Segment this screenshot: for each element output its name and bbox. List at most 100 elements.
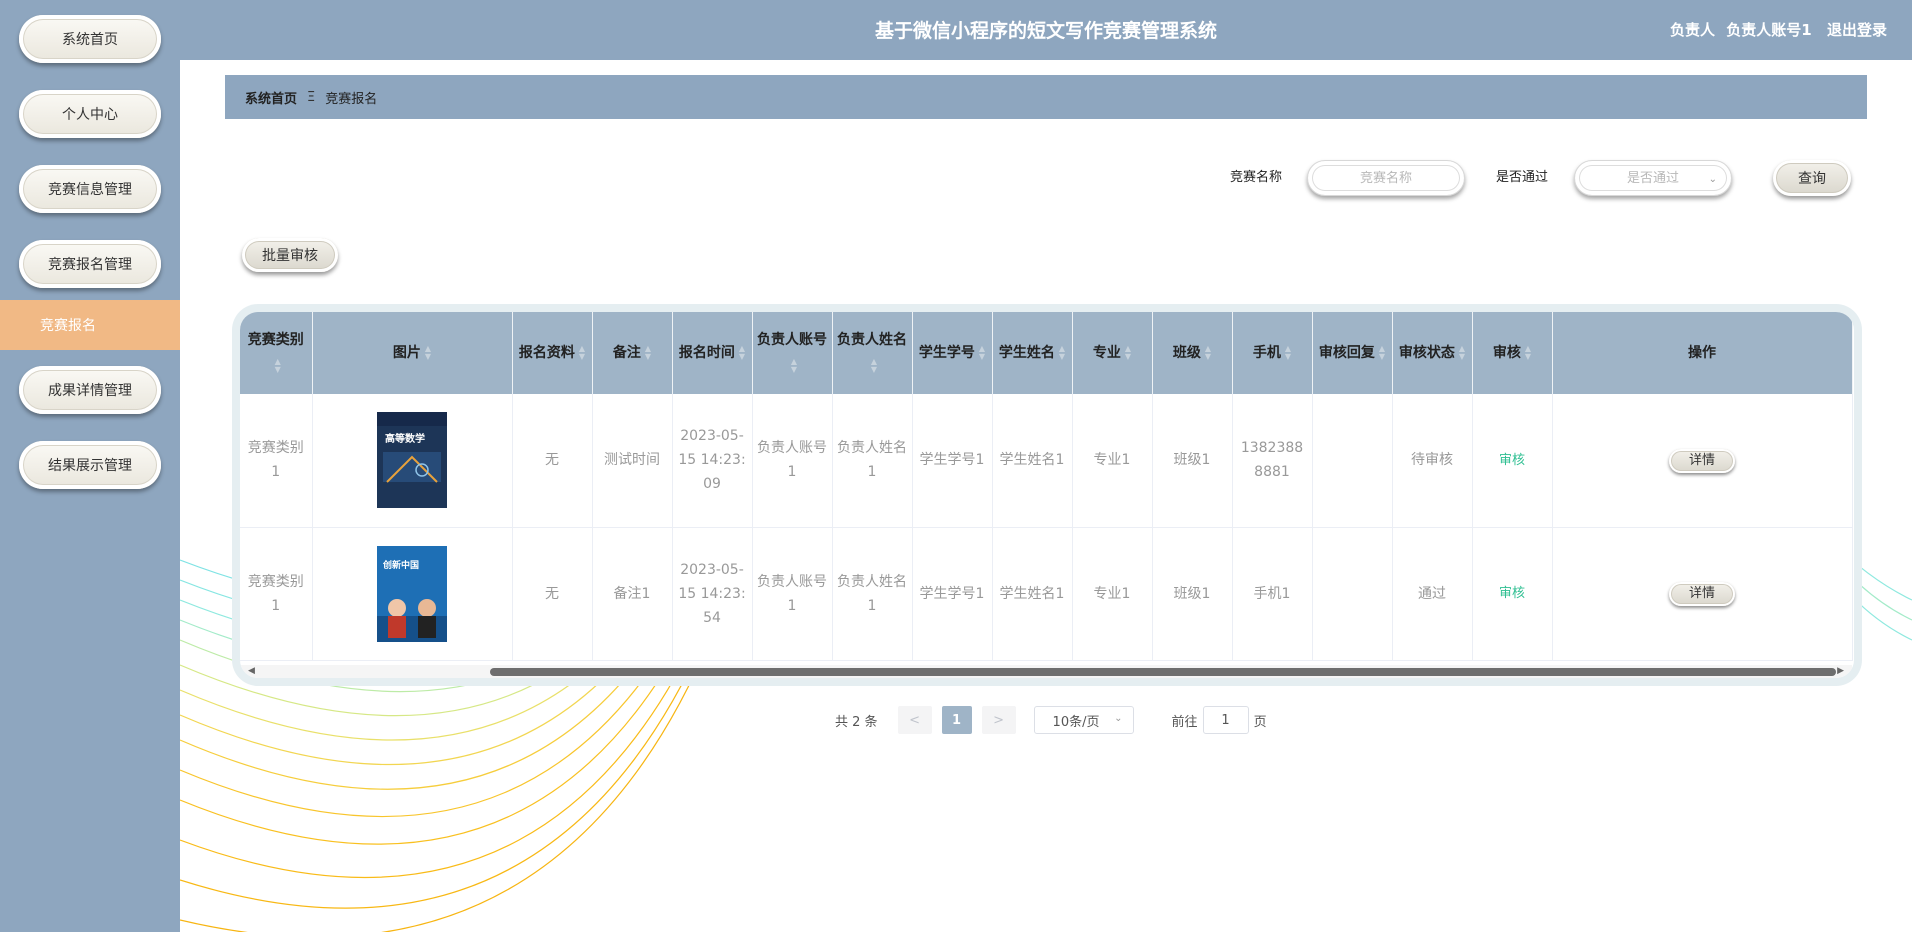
sort-icon[interactable]: ▲ ▼ bbox=[1525, 345, 1531, 361]
column-header[interactable]: 审核回复 ▲ ▼ bbox=[1312, 312, 1393, 394]
cell-category: 竞赛类别1 bbox=[240, 394, 313, 528]
column-header[interactable]: 竞赛类别 ▲ ▼ bbox=[240, 312, 313, 394]
app-title: 基于微信小程序的短文写作竞赛管理系统 bbox=[874, 20, 1217, 42]
sort-icon[interactable]: ▲ ▼ bbox=[871, 358, 877, 374]
scrollbar-thumb[interactable] bbox=[490, 668, 1836, 676]
book-cover-title: 高等数学 bbox=[385, 432, 425, 445]
cell-leader-account: 负责人账号1 bbox=[752, 527, 833, 661]
sort-icon[interactable]: ▲ ▼ bbox=[275, 358, 281, 374]
detail-button[interactable]: 详情 bbox=[1669, 582, 1735, 606]
column-header[interactable]: 负责人账号 ▲ ▼ bbox=[752, 312, 833, 394]
cell-action: 详情 bbox=[1552, 394, 1853, 528]
app-root: 系统首页 个人中心 竞赛信息管理 竞赛报名管理 竞赛报名 成果详情管理 结果展示… bbox=[0, 0, 1912, 932]
competition-name-input[interactable] bbox=[1308, 161, 1464, 195]
sidebar-subitem-registration[interactable]: 竞赛报名 bbox=[0, 300, 180, 350]
pass-status-select[interactable]: ⌄ bbox=[1574, 160, 1732, 196]
user-role: 负责人 bbox=[1670, 21, 1716, 39]
user-info: 负责人 负责人账号1 退出登录 bbox=[1664, 0, 1887, 60]
sort-icon[interactable]: ▲ ▼ bbox=[1125, 345, 1131, 361]
registration-table: 竞赛类别 ▲ ▼ 图片 ▲ ▼ 报名资料 ▲ ▼ 备注 ▲ ▼ 报名时间 ▲ ▼ 负责人账号 ▲ ▼ 负… bbox=[240, 312, 1853, 661]
breadcrumb-home[interactable]: 系统首页 bbox=[245, 88, 297, 107]
pass-status-input[interactable] bbox=[1575, 161, 1731, 195]
sort-icon[interactable]: ▲ ▼ bbox=[1379, 345, 1385, 361]
column-header[interactable]: 班级 ▲ ▼ bbox=[1152, 312, 1233, 394]
cell-leader-name: 负责人姓名1 bbox=[832, 527, 913, 661]
goto-prefix: 前往 bbox=[1171, 714, 1198, 730]
sort-icon[interactable]: ▲ ▼ bbox=[1059, 345, 1065, 361]
sort-icon[interactable]: ▲ ▼ bbox=[979, 345, 985, 361]
competition-name-field bbox=[1307, 160, 1465, 196]
cell-category: 竞赛类别1 bbox=[240, 527, 313, 661]
column-header[interactable]: 专业 ▲ ▼ bbox=[1072, 312, 1153, 394]
horizontal-scrollbar[interactable]: ◀ ▶ bbox=[240, 665, 1852, 678]
cell-image: 高等数学 bbox=[312, 394, 513, 528]
next-page-button[interactable]: > bbox=[981, 706, 1016, 734]
cell-note: 备注1 bbox=[592, 527, 673, 661]
table-row: 竞赛类别1 创新中国 无 备注1 2023-05-15 14:23:54 负责人… bbox=[240, 527, 1853, 661]
sort-icon[interactable]: ▲ ▼ bbox=[579, 345, 585, 361]
cell-image: 创新中国 bbox=[312, 527, 513, 661]
audit-link[interactable]: 审核 bbox=[1499, 586, 1525, 601]
goto-page-input[interactable]: 1 bbox=[1202, 706, 1249, 734]
cell-note: 测试时间 bbox=[592, 394, 673, 528]
audit-link[interactable]: 审核 bbox=[1499, 453, 1525, 468]
prev-page-button[interactable]: < bbox=[897, 706, 932, 734]
sort-icon[interactable]: ▲ ▼ bbox=[645, 345, 651, 361]
cell-student-name: 学生姓名1 bbox=[992, 527, 1073, 661]
user-account: 负责人账号1 bbox=[1726, 21, 1812, 39]
column-header[interactable]: 审核 ▲ ▼ bbox=[1472, 312, 1553, 394]
column-header[interactable]: 学生姓名 ▲ ▼ bbox=[992, 312, 1073, 394]
book-cover-title: 创新中国 bbox=[382, 559, 419, 571]
column-header-action: 操作 bbox=[1552, 312, 1853, 394]
sidebar-item-results-detail[interactable]: 成果详情管理 bbox=[19, 366, 161, 414]
sort-icon[interactable]: ▲ ▼ bbox=[739, 345, 745, 361]
table-row: 竞赛类别1 高等数学 无 测试时间 2023-05-15 14:23:09 负责… bbox=[240, 394, 1853, 528]
column-header[interactable]: 审核状态 ▲ ▼ bbox=[1392, 312, 1473, 394]
batch-audit-button[interactable]: 批量审核 bbox=[242, 238, 338, 272]
column-header[interactable]: 手机 ▲ ▼ bbox=[1232, 312, 1313, 394]
sidebar-item-results-display[interactable]: 结果展示管理 bbox=[19, 441, 161, 489]
cell-phone: 13823888881 bbox=[1232, 394, 1313, 528]
page-number-current[interactable]: 1 bbox=[941, 706, 972, 734]
goto-suffix: 页 bbox=[1253, 714, 1267, 730]
cell-reply bbox=[1312, 394, 1393, 528]
sidebar-item-registration-management[interactable]: 竞赛报名管理 bbox=[19, 240, 161, 288]
column-header[interactable]: 图片 ▲ ▼ bbox=[312, 312, 513, 394]
sidebar-item-competition-info[interactable]: 竞赛信息管理 bbox=[19, 165, 161, 213]
sidebar-item-home[interactable]: 系统首页 bbox=[19, 15, 161, 63]
page-size-select[interactable]: 10条/页 ⌄ bbox=[1033, 706, 1134, 734]
sort-icon[interactable]: ▲ ▼ bbox=[1459, 345, 1465, 361]
scroll-left-icon[interactable]: ◀ bbox=[248, 665, 255, 678]
column-header[interactable]: 负责人姓名 ▲ ▼ bbox=[832, 312, 913, 394]
breadcrumb: 系统首页 Ξ 竞赛报名 bbox=[225, 75, 1867, 119]
cell-audit: 审核 bbox=[1472, 527, 1553, 661]
cell-status: 通过 bbox=[1392, 527, 1473, 661]
header: 基于微信小程序的短文写作竞赛管理系统 负责人 负责人账号1 退出登录 bbox=[180, 0, 1912, 60]
sort-icon[interactable]: ▲ ▼ bbox=[425, 345, 431, 361]
cell-status: 待审核 bbox=[1392, 394, 1473, 528]
scroll-right-icon[interactable]: ▶ bbox=[1837, 665, 1844, 678]
cell-phone: 手机1 bbox=[1232, 527, 1313, 661]
sidebar-item-profile[interactable]: 个人中心 bbox=[19, 90, 161, 138]
table-panel: 竞赛类别 ▲ ▼ 图片 ▲ ▼ 报名资料 ▲ ▼ 备注 ▲ ▼ 报名时间 ▲ ▼ 负责人账号 ▲ ▼ 负… bbox=[232, 304, 1862, 686]
cell-material: 无 bbox=[512, 394, 593, 528]
column-header[interactable]: 备注 ▲ ▼ bbox=[592, 312, 673, 394]
sort-icon[interactable]: ▲ ▼ bbox=[1285, 345, 1291, 361]
cell-time: 2023-05-15 14:23:54 bbox=[672, 527, 753, 661]
cell-leader-name: 负责人姓名1 bbox=[832, 394, 913, 528]
sort-icon[interactable]: ▲ ▼ bbox=[791, 358, 797, 374]
query-button[interactable]: 查询 bbox=[1773, 160, 1851, 196]
pagination: 共 2 条 < 1 > 10条/页 ⌄ 前往 1 页 bbox=[835, 706, 1267, 734]
breadcrumb-separator: Ξ bbox=[307, 89, 316, 105]
table-container: 竞赛类别 ▲ ▼ 图片 ▲ ▼ 报名资料 ▲ ▼ 备注 ▲ ▼ 报名时间 ▲ ▼ 负责人账号 ▲ ▼ 负… bbox=[240, 312, 1854, 678]
column-header[interactable]: 报名时间 ▲ ▼ bbox=[672, 312, 753, 394]
cell-class: 班级1 bbox=[1152, 527, 1233, 661]
sort-icon[interactable]: ▲ ▼ bbox=[1205, 345, 1211, 361]
column-header[interactable]: 学生学号 ▲ ▼ bbox=[912, 312, 993, 394]
chevron-down-icon: ⌄ bbox=[1114, 713, 1123, 724]
cell-major: 专业1 bbox=[1072, 394, 1153, 528]
detail-button[interactable]: 详情 bbox=[1669, 448, 1735, 473]
logout-link[interactable]: 退出登录 bbox=[1827, 21, 1887, 39]
column-header[interactable]: 报名资料 ▲ ▼ bbox=[512, 312, 593, 394]
breadcrumb-current: 竞赛报名 bbox=[325, 91, 378, 107]
